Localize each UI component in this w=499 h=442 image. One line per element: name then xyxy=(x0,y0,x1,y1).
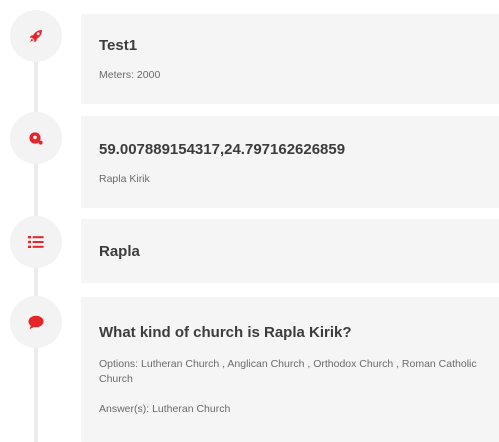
location-pin-icon xyxy=(28,130,44,146)
card-title: 59.007889154317,24.797162626859 xyxy=(99,141,346,158)
chat-bubble-icon xyxy=(28,315,44,330)
timeline-node-3 xyxy=(10,216,62,268)
question-answer: Answer(s): Lutheran Church xyxy=(99,403,231,415)
card-detail: Meters: 2000 xyxy=(99,69,161,81)
timeline: Test1 Meters: 2000 59.007889154317,24.79… xyxy=(0,0,499,442)
card-title: Test1 xyxy=(99,37,138,54)
timeline-card-3: Rapla xyxy=(81,219,499,283)
rocket-icon xyxy=(28,28,44,44)
timeline-node-4 xyxy=(10,296,62,348)
card-title: What kind of church is Rapla Kirik? xyxy=(99,324,352,341)
list-icon xyxy=(28,235,44,249)
card-title: Rapla xyxy=(99,243,140,260)
timeline-card-1: Test1 Meters: 2000 xyxy=(81,14,499,104)
timeline-card-4: What kind of church is Rapla Kirik? Opti… xyxy=(81,297,499,442)
timeline-card-2: 59.007889154317,24.797162626859 Rapla Ki… xyxy=(81,116,499,208)
card-detail: Rapla Kirik xyxy=(99,173,150,185)
timeline-node-1 xyxy=(10,10,62,62)
question-options: Options: Lutheran Church , Anglican Chur… xyxy=(99,358,477,385)
timeline-node-2 xyxy=(10,112,62,164)
